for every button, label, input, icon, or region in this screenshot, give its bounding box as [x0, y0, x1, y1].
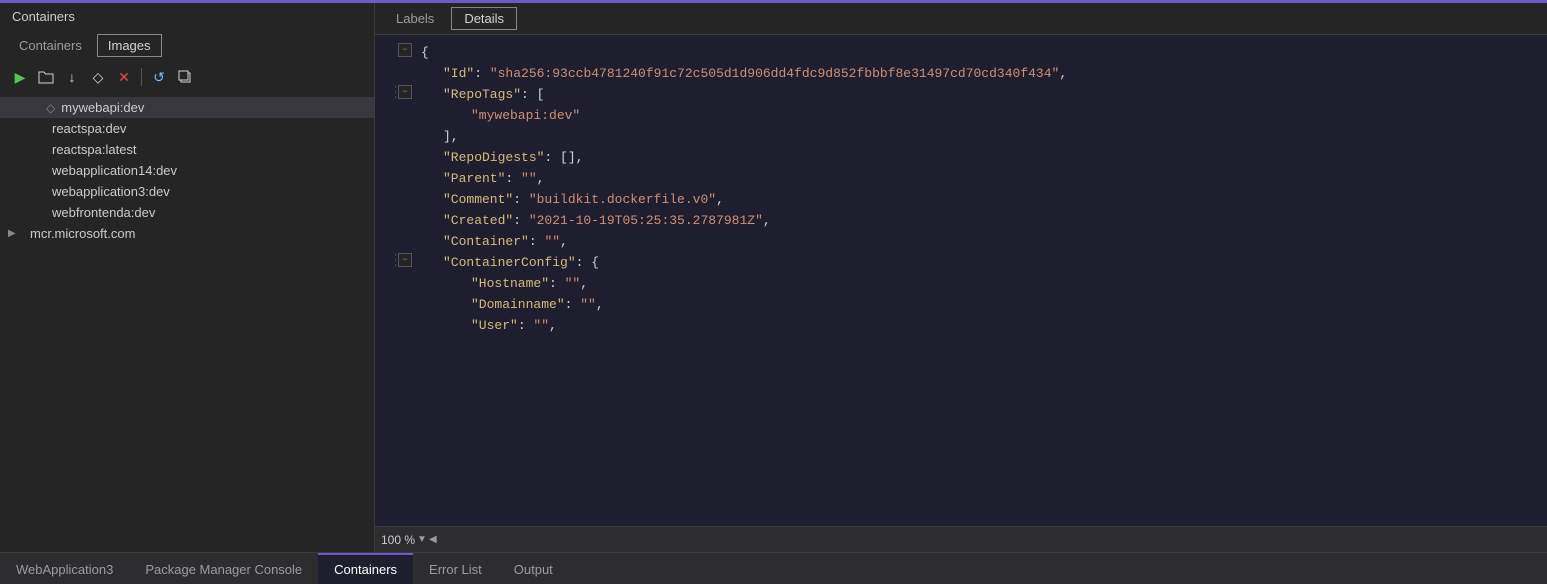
collapse-btn-11[interactable]: −: [398, 253, 412, 267]
vert-line-11: [395, 253, 396, 267]
copy-button[interactable]: [173, 65, 197, 89]
expand-arrow: ▶: [8, 228, 24, 239]
code-14: "User": "",: [415, 316, 557, 337]
code-10: "Container": "",: [415, 232, 568, 253]
bottom-tab-output[interactable]: Output: [498, 553, 569, 584]
json-line-4: "mywebapi:dev": [375, 106, 1547, 127]
images-toolbar: ▶ ↓ ◇ ✕ ↺: [0, 61, 374, 93]
refresh-button[interactable]: ↺: [147, 65, 171, 89]
right-panel: Labels Details − { "Id": "sha256:93ccb47…: [375, 3, 1547, 552]
gutter-3: −: [375, 85, 415, 99]
image-list: ◇ mywebapi:dev reactspa:dev reactspa:lat…: [0, 93, 374, 552]
collapse-btn-1[interactable]: −: [398, 43, 412, 57]
code-3: "RepoTags": [: [415, 85, 544, 106]
json-line-1: − {: [375, 43, 1547, 64]
tab-images[interactable]: Images: [97, 34, 162, 57]
code-5: ],: [415, 127, 459, 148]
code-8: "Comment": "buildkit.dockerfile.v0",: [415, 190, 724, 211]
panel-title: Containers: [0, 3, 374, 30]
json-line-9: "Created": "2021-10-19T05:25:35.2787981Z…: [375, 211, 1547, 232]
zoom-left-arrow[interactable]: ◀: [429, 534, 437, 545]
download-button[interactable]: ↓: [60, 65, 84, 89]
json-view[interactable]: − { "Id": "sha256:93ccb4781240f91c72c505…: [375, 35, 1547, 526]
collapse-btn-3[interactable]: −: [398, 85, 412, 99]
code-9: "Created": "2021-10-19T05:25:35.2787981Z…: [415, 211, 771, 232]
folder-button[interactable]: [34, 65, 58, 89]
json-line-5: ],: [375, 127, 1547, 148]
image-name: webapplication14:dev: [52, 163, 177, 178]
vert-line-3: [395, 85, 396, 99]
zoom-dropdown-arrow[interactable]: ▼: [417, 534, 427, 545]
left-tabs-row: Containers Images: [0, 30, 374, 61]
json-line-7: "Parent": "",: [375, 169, 1547, 190]
tag-button[interactable]: ◇: [86, 65, 110, 89]
list-item[interactable]: reactspa:dev: [0, 118, 374, 139]
list-item[interactable]: webfrontenda:dev: [0, 202, 374, 223]
code-4: "mywebapi:dev": [415, 106, 580, 127]
tab-containers[interactable]: Containers: [8, 34, 93, 57]
image-name: mywebapi:dev: [61, 100, 144, 115]
toolbar-separator: [141, 68, 142, 86]
delete-button[interactable]: ✕: [112, 65, 136, 89]
image-tag-icon: ◇: [46, 101, 55, 115]
gutter-11: −: [375, 253, 415, 267]
json-line-13: "Domainname": "",: [375, 295, 1547, 316]
image-name: mcr.microsoft.com: [30, 226, 135, 241]
code-11: "ContainerConfig": {: [415, 253, 599, 274]
left-panel: Containers Containers Images ▶ ↓ ◇ ✕ ↺: [0, 3, 375, 552]
image-name: webfrontenda:dev: [52, 205, 155, 220]
code-2: "Id": "sha256:93ccb4781240f91c72c505d1d9…: [415, 64, 1067, 85]
json-line-6: "RepoDigests": [],: [375, 148, 1547, 169]
code-6: "RepoDigests": [],: [415, 148, 583, 169]
tab-details[interactable]: Details: [451, 7, 517, 30]
json-line-10: "Container": "",: [375, 232, 1547, 253]
json-line-2: "Id": "sha256:93ccb4781240f91c72c505d1d9…: [375, 64, 1547, 85]
zoom-value: 100 %: [381, 533, 415, 547]
image-name: reactspa:dev: [52, 121, 126, 136]
code-1: {: [415, 43, 429, 64]
play-button[interactable]: ▶: [8, 65, 32, 89]
code-13: "Domainname": "",: [415, 295, 604, 316]
json-line-11: − "ContainerConfig": {: [375, 253, 1547, 274]
detail-tabs-row: Labels Details: [375, 3, 1547, 35]
image-name: webapplication3:dev: [52, 184, 170, 199]
list-item[interactable]: webapplication14:dev: [0, 160, 374, 181]
json-line-8: "Comment": "buildkit.dockerfile.v0",: [375, 190, 1547, 211]
bottom-tab-error-list[interactable]: Error List: [413, 553, 498, 584]
list-item[interactable]: reactspa:latest: [0, 139, 374, 160]
bottom-tabs-bar: WebApplication3 Package Manager Console …: [0, 552, 1547, 584]
status-bar: 100 % ▼ ◀: [375, 526, 1547, 552]
json-line-12: "Hostname": "",: [375, 274, 1547, 295]
image-name: reactspa:latest: [52, 142, 137, 157]
list-item[interactable]: ▶ mcr.microsoft.com: [0, 223, 374, 244]
bottom-tab-containers[interactable]: Containers: [318, 553, 413, 584]
code-7: "Parent": "",: [415, 169, 544, 190]
zoom-control: 100 % ▼ ◀: [375, 533, 443, 547]
json-line-3: − "RepoTags": [: [375, 85, 1547, 106]
json-line-14: "User": "",: [375, 316, 1547, 337]
gutter-1: −: [375, 43, 415, 57]
code-12: "Hostname": "",: [415, 274, 588, 295]
main-content: Containers Containers Images ▶ ↓ ◇ ✕ ↺: [0, 3, 1547, 552]
tab-labels[interactable]: Labels: [383, 7, 447, 30]
bottom-tab-package-manager[interactable]: Package Manager Console: [129, 553, 318, 584]
list-item[interactable]: ◇ mywebapi:dev: [0, 97, 374, 118]
bottom-tab-webapplication3[interactable]: WebApplication3: [0, 553, 129, 584]
list-item[interactable]: webapplication3:dev: [0, 181, 374, 202]
